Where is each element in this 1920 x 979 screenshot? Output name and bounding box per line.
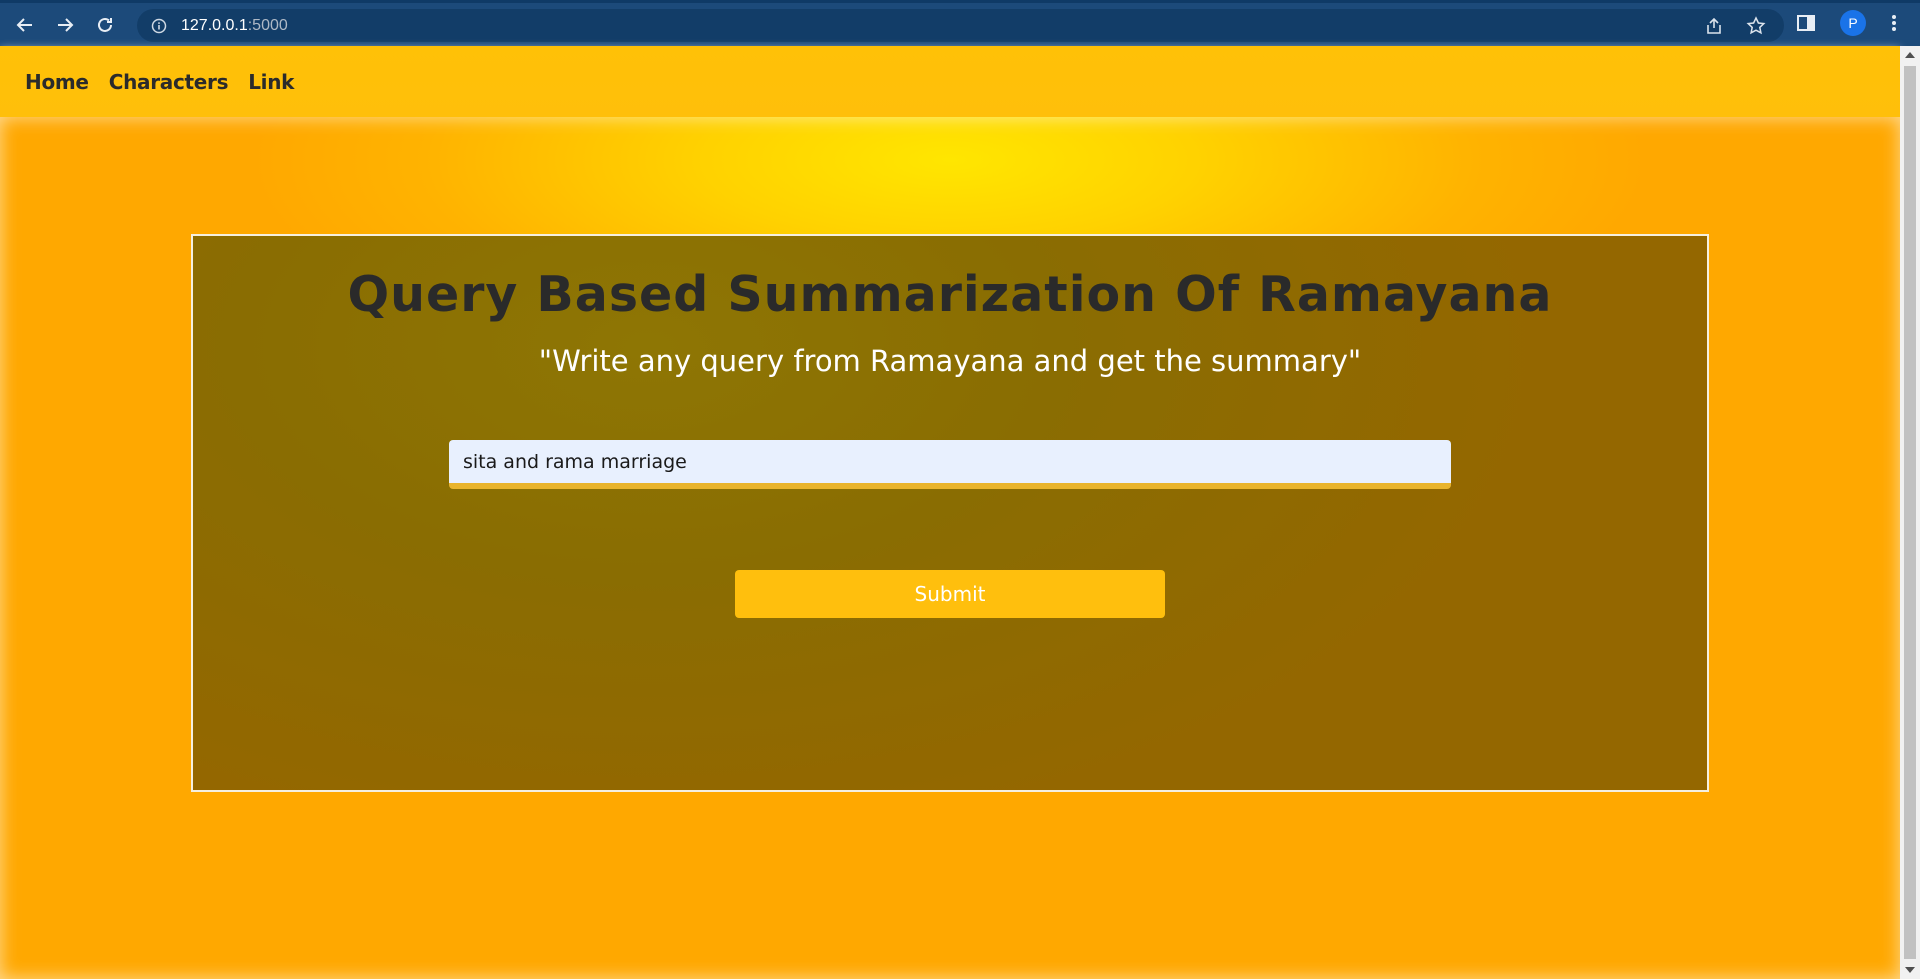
info-icon[interactable] (151, 18, 167, 34)
query-card: Query Based Summarization Of Ramayana "W… (191, 234, 1709, 792)
side-panel-icon[interactable] (1796, 13, 1816, 33)
scroll-up-icon[interactable] (1905, 52, 1915, 58)
nav-characters-link[interactable]: Characters (109, 70, 229, 94)
reload-icon[interactable] (90, 10, 120, 40)
url-text[interactable]: 127.0.0.1:5000 (181, 17, 288, 35)
query-input[interactable] (449, 440, 1451, 489)
forward-arrow-icon[interactable] (50, 10, 80, 40)
address-bar[interactable]: 127.0.0.1:5000 (137, 9, 1784, 42)
page-scrollbar[interactable] (1900, 46, 1920, 979)
url-host: 127.0.0.1 (181, 16, 248, 34)
profile-avatar[interactable]: P (1840, 10, 1866, 36)
share-icon[interactable] (1704, 16, 1724, 36)
page-subtitle: "Write any query from Ramayana and get t… (538, 344, 1362, 378)
star-icon[interactable] (1746, 16, 1766, 36)
scroll-thumb[interactable] (1904, 66, 1916, 959)
nav-link-link[interactable]: Link (248, 70, 294, 94)
submit-button[interactable]: Submit (735, 570, 1165, 618)
site-navbar: Home Characters Link (0, 46, 1900, 117)
back-arrow-icon[interactable] (10, 10, 40, 40)
browser-toolbar: 127.0.0.1:5000 P (0, 0, 1920, 46)
nav-home-link[interactable]: Home (25, 70, 89, 94)
page-title: Query Based Summarization Of Ramayana (347, 266, 1553, 323)
url-port: :5000 (247, 16, 288, 34)
kebab-menu-icon[interactable] (1884, 13, 1904, 33)
scroll-down-icon[interactable] (1905, 967, 1915, 973)
